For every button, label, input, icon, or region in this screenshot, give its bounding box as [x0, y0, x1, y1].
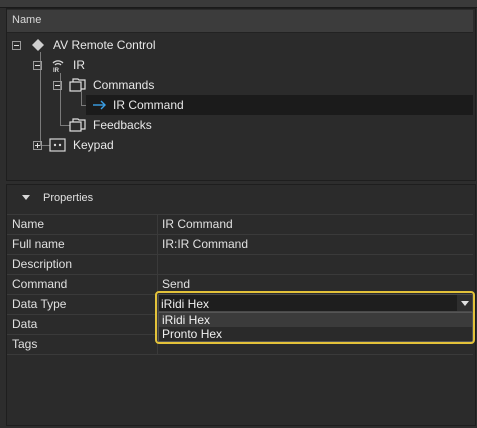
tree-item-ir-command[interactable]: IR Command: [113, 98, 184, 112]
prop-value-full-name[interactable]: IR:IR Command: [162, 237, 248, 251]
prop-label-full-name: Full name: [12, 237, 65, 251]
tree-item-commands[interactable]: Commands: [93, 78, 154, 92]
row-separator: [7, 214, 473, 215]
highlight-frame: [155, 291, 475, 344]
tree-column-header[interactable]: Name: [7, 10, 473, 33]
tree-item-av-remote-control[interactable]: AV Remote Control: [53, 38, 156, 52]
expand-toggle[interactable]: [33, 141, 42, 150]
prop-label-description: Description: [12, 257, 73, 271]
collapse-toggle[interactable]: [33, 61, 42, 70]
tree-header-label: Name: [12, 14, 42, 26]
keypad-icon: [49, 138, 66, 152]
tree-item-feedbacks[interactable]: Feedbacks: [93, 118, 152, 132]
arrow-right-icon: [93, 100, 106, 110]
prop-label-command: Command: [12, 277, 68, 291]
ir-signal-icon: IR: [52, 60, 64, 73]
properties-title[interactable]: Properties: [43, 192, 93, 204]
prop-label-tags: Tags: [12, 337, 38, 351]
tree-item-ir[interactable]: IR: [73, 58, 85, 72]
prop-value-name[interactable]: IR Command: [162, 217, 233, 231]
prop-label-data-type: Data Type: [12, 297, 67, 311]
tree-connector: [81, 92, 82, 106]
folder-icon: [69, 78, 86, 92]
prop-label-name: Name: [12, 217, 45, 231]
chevron-down-icon[interactable]: [22, 195, 30, 201]
collapse-toggle[interactable]: [12, 41, 21, 50]
row-separator: [7, 274, 473, 275]
top-toolbar-strip: [0, 0, 477, 8]
row-separator: [7, 234, 473, 235]
collapse-toggle[interactable]: [53, 81, 62, 90]
tree-item-keypad[interactable]: Keypad: [73, 138, 114, 152]
svg-text:IR: IR: [53, 68, 60, 73]
prop-label-data: Data: [12, 317, 38, 331]
folder-icon: [69, 118, 86, 132]
diamond-icon: [32, 39, 44, 51]
row-separator: [7, 354, 473, 355]
row-separator: [7, 254, 473, 255]
prop-value-command[interactable]: Send: [162, 277, 190, 291]
